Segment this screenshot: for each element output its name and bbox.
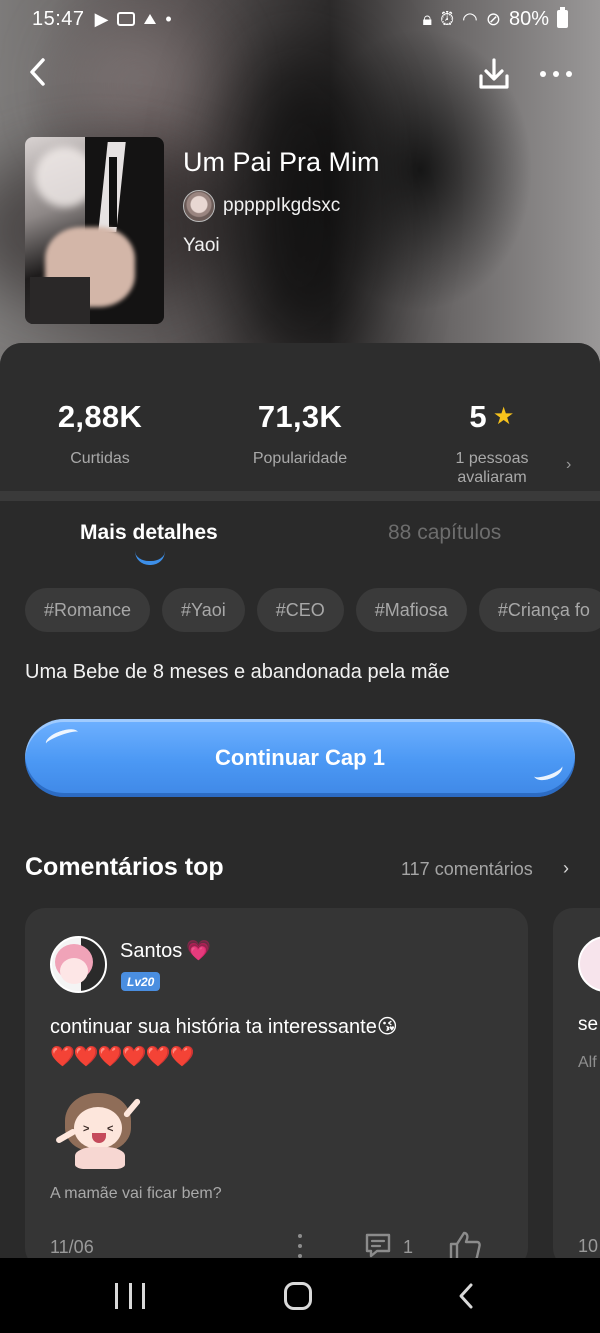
commenter-avatar xyxy=(578,936,600,992)
tag-chip[interactable]: #Yaoi xyxy=(162,588,245,632)
rating-label: 1 pessoas avaliaram xyxy=(455,450,529,486)
chevron-right-icon[interactable]: › xyxy=(563,858,569,879)
comment-card[interactable]: se Alf 10 xyxy=(553,908,600,1258)
author-row[interactable]: pppppIkgdsxc xyxy=(183,190,340,222)
more-dot xyxy=(553,71,559,77)
tag-chip[interactable]: #Mafiosa xyxy=(355,588,467,632)
stat-likes: 2,88K Curtidas xyxy=(10,399,190,468)
stat-rating[interactable]: 5 ★ 1 pessoas avaliaram xyxy=(402,399,582,487)
details-sheet: 2,88K Curtidas 71,3K Popularidade 5 ★ 1 p… xyxy=(0,343,600,1258)
comment-card[interactable]: Santos 💗 Lv20 continuar sua história ta i… xyxy=(25,908,528,1258)
dot-icon: • xyxy=(165,8,172,29)
more-dot xyxy=(540,71,546,77)
likes-label: Curtidas xyxy=(70,450,130,467)
back-nav-button[interactable] xyxy=(455,1282,477,1310)
sticker-body xyxy=(75,1147,125,1169)
system-nav-bar xyxy=(0,1258,600,1333)
likes-value: 2,88K xyxy=(57,399,143,434)
level-badge: Lv20 xyxy=(121,972,161,991)
gallery-icon xyxy=(144,14,157,24)
author-avatar xyxy=(183,190,215,222)
comment-date: 11/06 xyxy=(50,1237,94,1257)
tab-chapters[interactable]: 88 capítulos xyxy=(388,521,501,545)
avatar-face xyxy=(60,958,88,984)
reply-count: 1 xyxy=(403,1237,414,1257)
more-button[interactable] xyxy=(536,54,576,94)
comment-text-block: continuar sua história ta interessante😘 … xyxy=(50,1012,510,1072)
more-dot xyxy=(298,1234,302,1238)
rating-value-row: 5 ★ xyxy=(402,399,582,435)
commenter-name-row[interactable]: Santos 💗 xyxy=(120,938,211,963)
star-icon: ★ xyxy=(492,403,515,430)
recents-bar xyxy=(142,1283,145,1309)
recents-bar xyxy=(128,1283,132,1309)
stat-popularity: 71,3K Popularidade xyxy=(210,399,390,468)
tag-list: #Romance #Yaoi #CEO #Mafiosa #Criança fo xyxy=(25,588,600,632)
home-button[interactable] xyxy=(284,1282,312,1310)
status-right-icons: 🔒︎ ⏰︎ ◠ ⊘ 80% xyxy=(422,7,568,31)
comments-heading: Comentários top xyxy=(25,853,224,881)
block-icon: ⊘ xyxy=(485,8,501,29)
recents-bar xyxy=(115,1283,118,1309)
recents-button[interactable] xyxy=(115,1283,145,1309)
commenter-name: Santos xyxy=(120,940,183,962)
tabs: Mais detalhes 88 capítulos xyxy=(0,501,600,571)
thumbs-up-icon[interactable] xyxy=(447,1230,483,1258)
continue-reading-label: Continuar Cap 1 xyxy=(215,745,385,770)
more-dot xyxy=(566,71,572,77)
status-bar: 15:47 ▶ • 🔒︎ ⏰︎ ◠ ⊘ 80% xyxy=(0,0,600,38)
sticker-eye: > xyxy=(83,1123,90,1135)
chevron-right-icon[interactable]: › xyxy=(566,456,571,474)
youtube-icon: ▶ xyxy=(94,8,109,29)
back-button[interactable] xyxy=(18,52,58,92)
tag-chip[interactable]: #Romance xyxy=(25,588,151,632)
tab-details[interactable]: Mais detalhes xyxy=(80,521,218,545)
book-description: Uma Bebe de 8 meses e abandonada pela mã… xyxy=(25,661,450,683)
hero-blur-highlight xyxy=(70,20,210,150)
lock-icon: 🔒︎ xyxy=(422,8,433,29)
comment-subtext: Alf xyxy=(578,1054,597,1071)
section-divider xyxy=(0,491,600,501)
sticker-eye: < xyxy=(107,1123,114,1135)
cover-shadow xyxy=(30,277,90,324)
book-title: Um Pai Pra Mim xyxy=(183,147,380,177)
status-left-icons: ▶ • xyxy=(95,9,172,30)
instagram-icon xyxy=(117,12,136,26)
tag-chip[interactable]: #CEO xyxy=(256,588,344,632)
tag-chip[interactable]: #Criança fo xyxy=(478,588,600,632)
comment-more-button[interactable] xyxy=(296,1234,304,1258)
download-icon xyxy=(479,58,509,89)
heart-icon: 💗 xyxy=(186,940,212,962)
author-name: pppppIkgdsxc xyxy=(223,195,341,216)
book-genre: Yaoi xyxy=(183,235,220,256)
comment-text: se xyxy=(578,1014,599,1035)
sticker-image: > < xyxy=(54,1093,147,1171)
popularity-label: Popularidade xyxy=(252,450,348,467)
commenter-avatar[interactable] xyxy=(50,936,107,993)
comment-date: 10 xyxy=(578,1236,599,1256)
stats-panel: 2,88K Curtidas 71,3K Popularidade 5 ★ 1 p… xyxy=(0,343,600,491)
alarm-icon: ⏰︎ xyxy=(440,8,455,29)
cover-tie xyxy=(109,157,117,227)
battery-icon xyxy=(557,7,568,28)
button-shine xyxy=(43,725,81,751)
comment-hearts: ❤️❤️❤️❤️❤️❤️ xyxy=(50,1046,194,1068)
chevron-left-icon xyxy=(30,58,45,86)
comment-reply-icon[interactable] xyxy=(363,1231,393,1258)
button-shine xyxy=(531,758,565,784)
download-button[interactable] xyxy=(474,54,514,94)
comments-count-link[interactable]: 117 comentários xyxy=(401,859,533,880)
battery-percent: 80% xyxy=(508,7,549,30)
continue-reading-button[interactable]: Continuar Cap 1 xyxy=(25,719,575,797)
comment-text: continuar sua história ta interessante😘 xyxy=(50,1016,398,1038)
book-cover[interactable] xyxy=(25,137,164,324)
reply-preview[interactable]: A mamãe vai ficar bem? xyxy=(50,1185,222,1203)
popularity-value: 71,3K xyxy=(257,399,343,434)
rating-value: 5 xyxy=(469,399,487,434)
more-dot xyxy=(298,1244,302,1248)
wifi-icon: ◠ xyxy=(462,8,478,29)
status-time: 15:47 xyxy=(32,7,85,30)
